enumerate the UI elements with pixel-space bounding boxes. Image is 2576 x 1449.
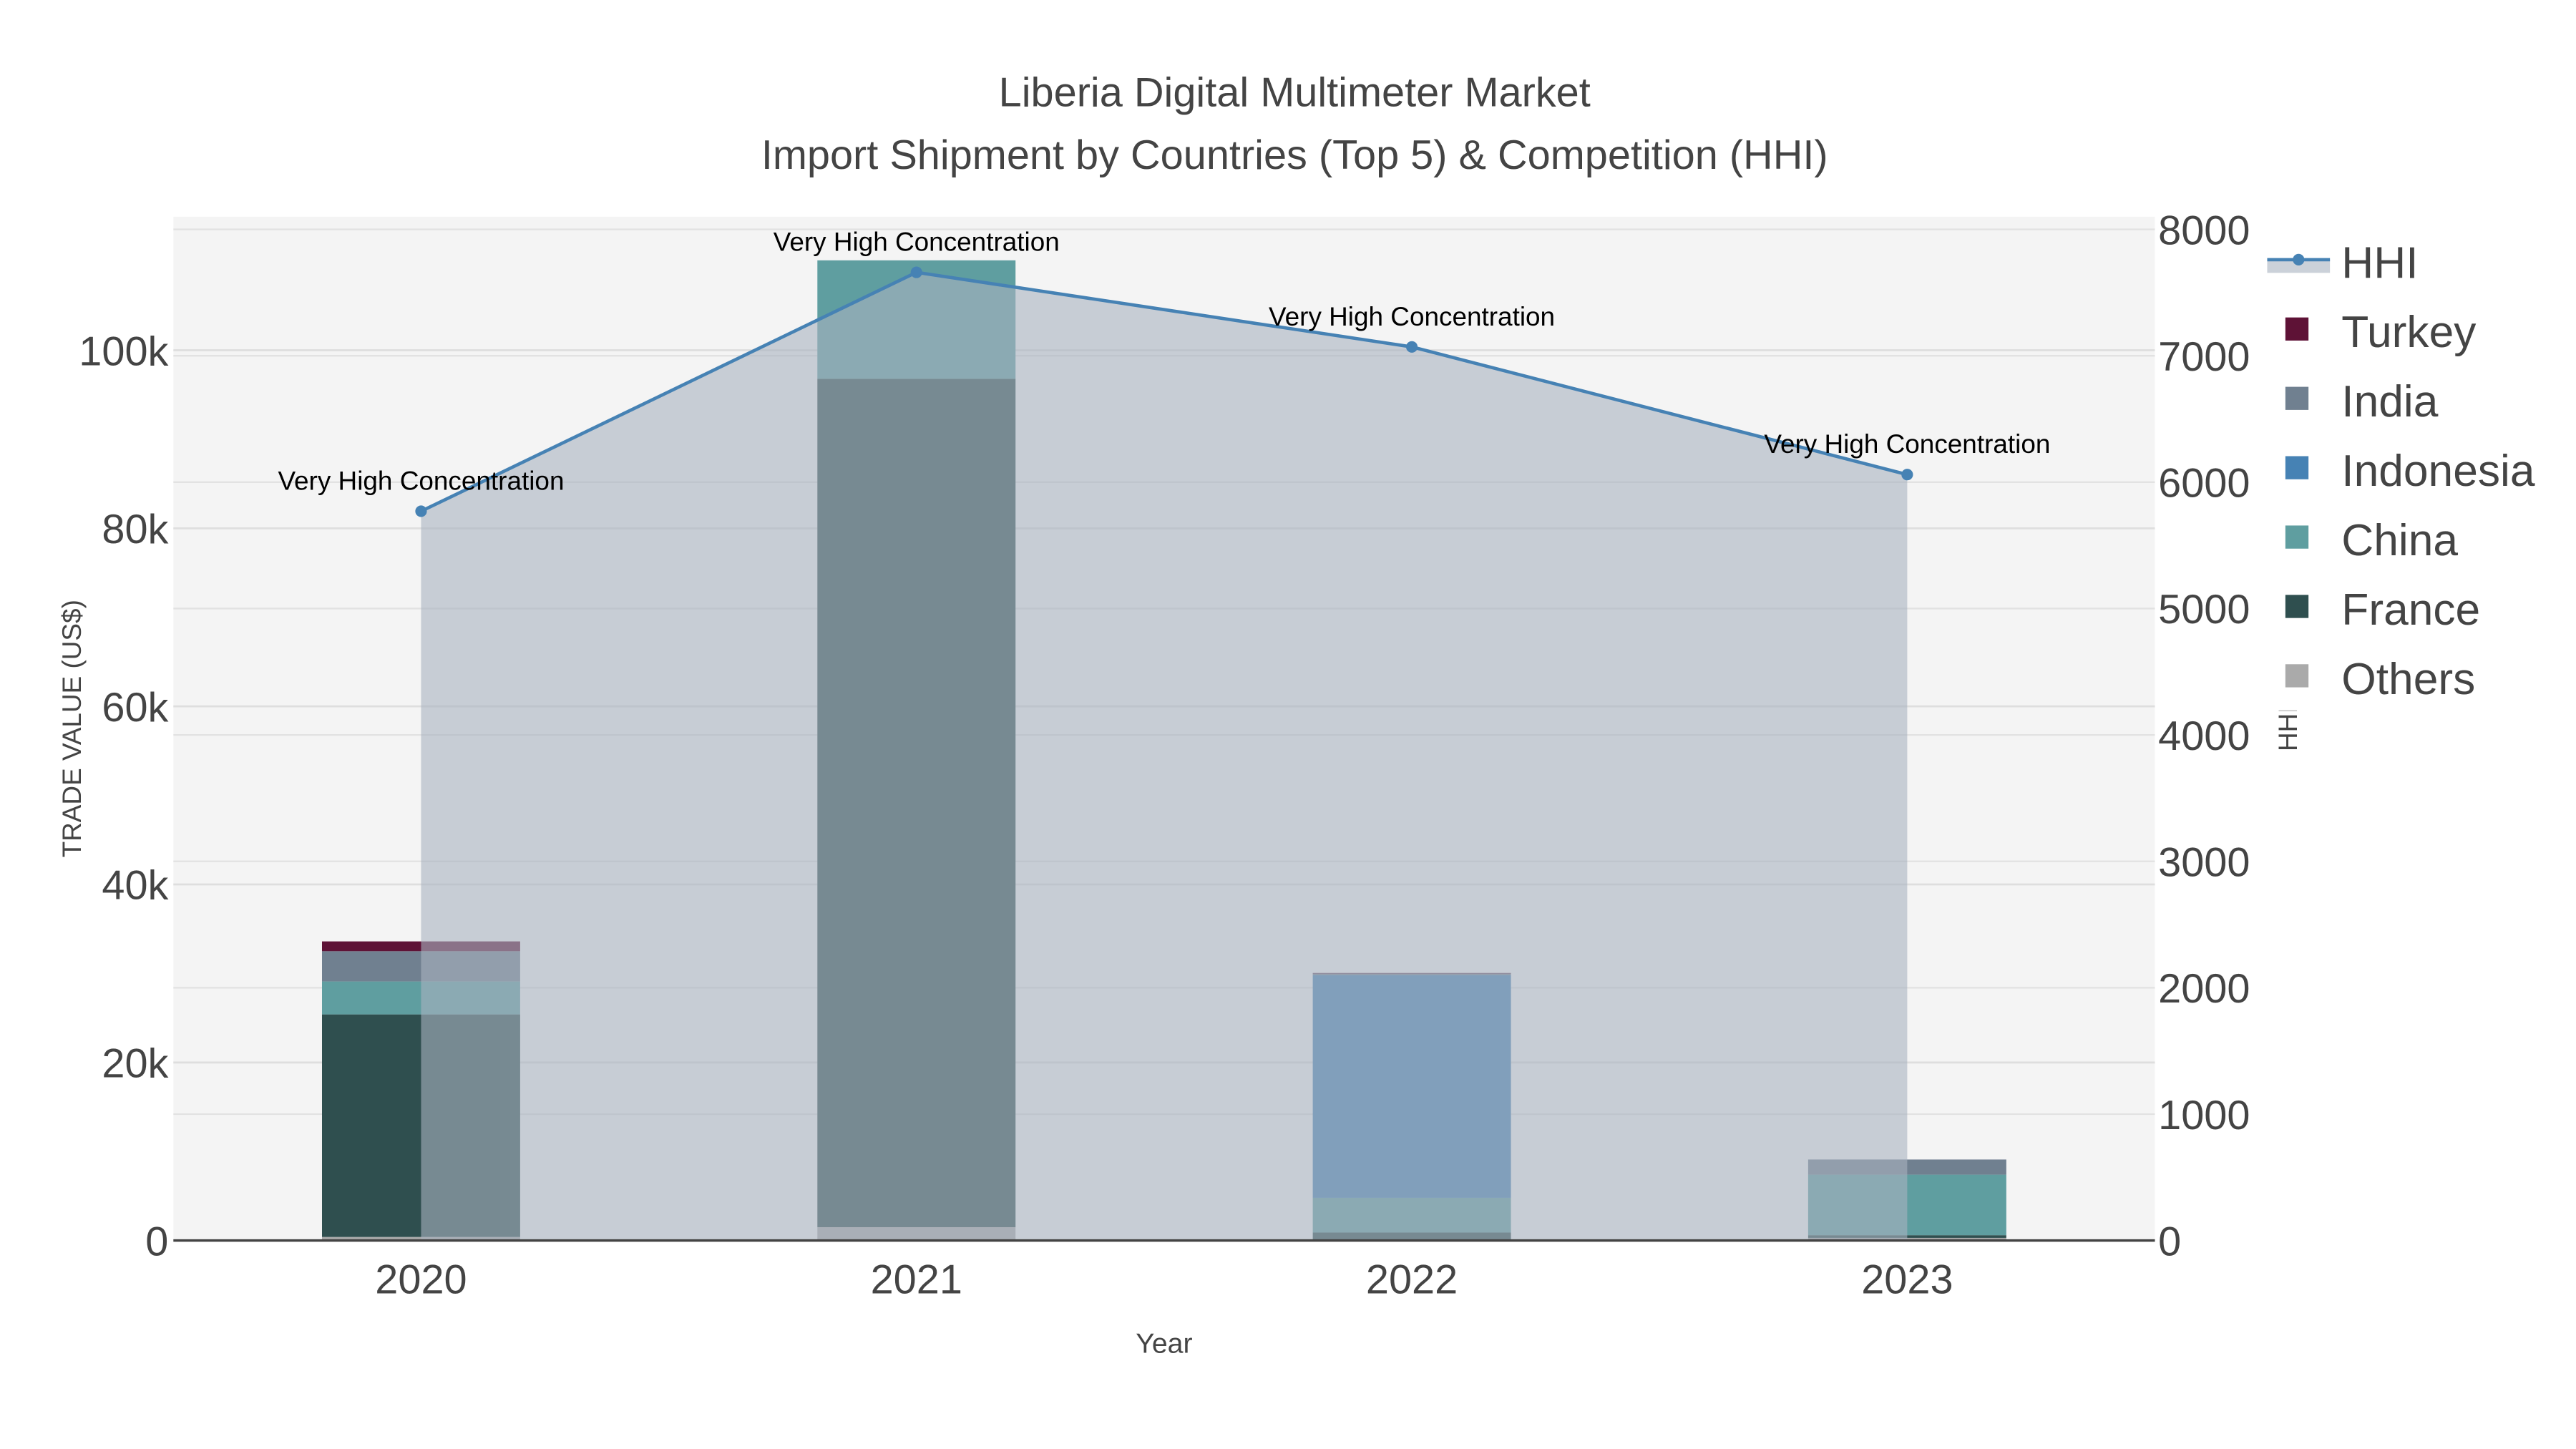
hhi-point-2021 [910, 266, 922, 278]
y-tick-label: 20k [102, 1041, 168, 1087]
hhi-annotation-2023: Very High Concentration [1764, 429, 2050, 459]
hhi-annotation-2022: Very High Concentration [1269, 302, 1555, 331]
legend-swatch-france [2285, 595, 2309, 618]
legend-label-china: China [2341, 516, 2458, 565]
y2-tick-label: 1000 [2158, 1093, 2250, 1138]
y-tick-label: 40k [102, 863, 168, 909]
legend-swatch-india [2285, 386, 2309, 410]
hhi-annotation-2020: Very High Concentration [278, 466, 564, 495]
legend-swatch-others [2285, 664, 2309, 688]
x-tick-label: 2021 [871, 1257, 962, 1303]
x-tick-label: 2020 [375, 1257, 467, 1303]
legend-swatch-china [2285, 525, 2309, 549]
legend-label-hhi: HHI [2341, 238, 2418, 288]
y2-tick-label: 2000 [2158, 966, 2250, 1012]
legend-swatch-indonesia [2285, 456, 2309, 479]
y-tick-label: 60k [102, 685, 168, 731]
y2-tick-label: 4000 [2158, 713, 2250, 759]
legend-label-others: Others [2341, 655, 2475, 704]
legend-label-france: France [2341, 585, 2480, 635]
legend-label-indonesia: Indonesia [2341, 447, 2535, 496]
legend-swatch-turkey [2285, 317, 2309, 341]
chart-subtitle: Import Shipment by Countries (Top 5) & C… [761, 132, 1828, 178]
x-tick-label: 2022 [1366, 1257, 1458, 1303]
y2-axis-title: HHI [2273, 706, 2303, 751]
x-axis-title: Year [1136, 1328, 1192, 1360]
y-tick-label: 80k [102, 507, 168, 552]
hhi-annotation-2021: Very High Concentration [774, 228, 1060, 257]
hhi-point-2022 [1406, 341, 1418, 353]
y2-tick-label: 7000 [2158, 334, 2250, 380]
y-axis-title: TRADE VALUE (US$) [57, 600, 87, 857]
chart-title: Liberia Digital Multimeter Market [999, 69, 1591, 115]
y2-tick-label: 8000 [2158, 208, 2250, 253]
legend-label-india: India [2341, 377, 2438, 426]
y-tick-label: 100k [79, 328, 168, 374]
legend-label-turkey: Turkey [2341, 308, 2477, 357]
x-tick-label: 2023 [1861, 1257, 1953, 1303]
y-tick-label: 0 [145, 1219, 168, 1264]
chart: Liberia Digital Multimeter Market Import… [57, 69, 2576, 1360]
legend-hhi-marker [2293, 253, 2305, 265]
hhi-point-2020 [415, 505, 427, 517]
y2-tick-label: 3000 [2158, 840, 2250, 886]
y2-tick-label: 0 [2158, 1219, 2181, 1264]
y2-tick-label: 5000 [2158, 587, 2250, 633]
hhi-point-2023 [1901, 469, 1913, 481]
y2-tick-label: 6000 [2158, 461, 2250, 507]
